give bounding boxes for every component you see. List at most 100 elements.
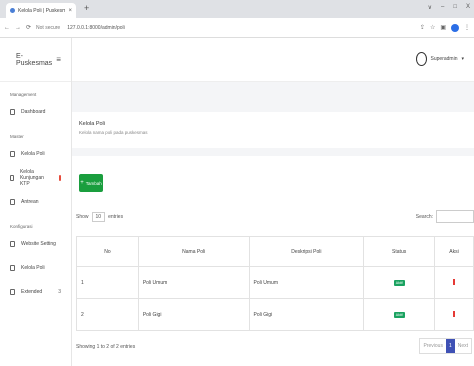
profile-avatar-icon[interactable] (451, 23, 459, 32)
browser-menu-icon[interactable]: ⋮ (464, 24, 470, 31)
hamburger-menu-icon[interactable]: ≡ (56, 55, 61, 64)
cell-deskripsi: Poli Gigi (248, 298, 365, 331)
cell-no: 2 (76, 298, 139, 331)
create-button-label: Tambah (85, 180, 102, 186)
user-menu[interactable]: Superadmin ▾ (415, 52, 464, 66)
delete-icon[interactable] (453, 310, 456, 317)
delete-icon[interactable] (453, 278, 456, 285)
extensions-icon[interactable]: ▣ (440, 24, 446, 31)
tab-search-icon[interactable]: ∨ (428, 4, 432, 11)
tab-close-icon[interactable]: × (68, 8, 72, 14)
sidebar-item-label: Kelola Kunjungan KTP (19, 169, 44, 187)
user-name: Superadmin (430, 56, 458, 62)
cell-nama: Poli Umum (137, 266, 250, 299)
queue-icon (10, 199, 15, 205)
sidebar-item-label: Kelola Poli (21, 151, 45, 157)
column-header-aksi: Aksi (434, 236, 474, 267)
page-1-button[interactable]: 1 (445, 339, 455, 353)
folder-icon (10, 289, 15, 295)
maximize-button[interactable]: □ (453, 4, 457, 11)
table-info: Showing 1 to 2 of 2 entries (76, 344, 136, 350)
plus-icon: + (80, 180, 84, 186)
tab-title: Kelola Poli | Puskesmas (18, 7, 66, 14)
sidebar-item-label: Extended (21, 289, 43, 295)
table-row: 2 Poli Gigi Poli Gigi Aktif (76, 298, 474, 331)
back-icon[interactable]: ← (4, 25, 10, 31)
reload-icon[interactable]: ⟳ (26, 24, 31, 31)
brand: E-Puskesmas ≡ (0, 38, 71, 82)
sidebar-item-label: Kelola Poli (21, 265, 45, 271)
forward-icon[interactable]: → (15, 25, 21, 31)
security-indicator[interactable]: Not secure (36, 25, 60, 31)
close-window-button[interactable]: X (466, 4, 470, 11)
sidebar-item-kelola-poli-config[interactable]: Kelola Poli (0, 256, 71, 280)
poli-table: No Nama Poli Deskripsi Poli Status Aksi … (76, 236, 474, 331)
url-field[interactable]: 127.0.0.1:8000/admin/poli (67, 25, 125, 31)
sidebar-item-kunjungan[interactable]: Kelola Kunjungan KTP (0, 166, 71, 190)
table-search: Search: (416, 210, 474, 223)
cell-status: Aktif (363, 266, 436, 299)
avatar (415, 52, 427, 66)
sidebar-section-master: Master (10, 134, 24, 139)
cell-status: Aktif (363, 298, 436, 331)
chevron-down-icon: ▾ (461, 56, 464, 62)
show-label: Show (76, 214, 89, 220)
sidebar-section-management: Management (10, 92, 37, 97)
table-header-row: No Nama Poli Deskripsi Poli Status Aksi (76, 236, 474, 267)
column-header-deskripsi[interactable]: Deskripsi Poli (248, 236, 365, 267)
new-tab-button[interactable]: + (84, 3, 89, 13)
sidebar-item-label: Dashboard (21, 109, 46, 115)
browser-tab[interactable]: Kelola Poli | Puskesmas × (6, 3, 76, 18)
column-header-nama[interactable]: Nama Poli (137, 236, 250, 267)
main-content: Kelola Poli Kelola nama poli pada puskes… (72, 82, 474, 366)
pagination: Previous 1 Next (419, 338, 472, 354)
page-title: Kelola Poli (79, 121, 105, 127)
cell-deskripsi: Poli Umum (248, 266, 365, 299)
sidebar-item-label: Website Setting (21, 241, 56, 247)
address-bar: ← → ⟳ Not secure 127.0.0.1:8000/admin/po… (0, 18, 474, 38)
table-row: 1 Poli Umum Poli Umum Aktif (76, 266, 474, 299)
entries-select[interactable]: 10 (91, 212, 106, 222)
page-header: Kelola Poli Kelola nama poli pada puskes… (72, 112, 474, 148)
sidebar-item-website-setting[interactable]: Website Setting (0, 232, 71, 256)
status-badge: Aktif (393, 279, 405, 286)
notification-badge (59, 175, 61, 181)
sidebar-item-kelola-poli[interactable]: Kelola Poli (0, 142, 71, 166)
sidebar-item-label: Antrean (21, 199, 39, 205)
create-button[interactable]: + Tambah (79, 174, 103, 192)
sidebar: E-Puskesmas ≡ Management Dashboard Maste… (0, 38, 72, 366)
app-header: Superadmin ▾ (72, 38, 474, 82)
sidebar-section-konfigurasi: Konfigurasi (10, 224, 33, 229)
browser-tab-bar: Kelola Poli | Puskesmas × + ∨ – □ X (0, 0, 474, 18)
entries-label: entries (108, 214, 124, 220)
previous-page-button[interactable]: Previous (420, 339, 445, 353)
column-header-status[interactable]: Status (363, 236, 436, 267)
id-card-icon (10, 175, 14, 181)
sidebar-item-dashboard[interactable]: Dashboard (0, 100, 71, 124)
dashboard-icon (10, 109, 15, 115)
item-count: 3 (58, 289, 61, 295)
favicon-icon (10, 8, 15, 13)
sidebar-item-antrean[interactable]: Antrean (0, 190, 71, 214)
data-card: + Tambah Show 10 entries Search: No Nama… (72, 156, 474, 366)
document-icon (10, 151, 15, 157)
clinic-icon (10, 265, 15, 271)
cell-aksi (434, 266, 474, 299)
search-input[interactable] (436, 210, 474, 223)
window-controls: ∨ – □ X (428, 4, 470, 11)
cell-aksi (434, 298, 474, 331)
bookmark-icon[interactable]: ☆ (430, 24, 435, 31)
cell-nama: Poli Gigi (137, 298, 250, 331)
page-subtitle: Kelola nama poli pada puskesmas (79, 130, 148, 135)
search-label: Search: (415, 213, 433, 220)
share-icon[interactable]: ⇪ (420, 24, 425, 31)
settings-icon (10, 241, 15, 247)
cell-no: 1 (76, 266, 139, 299)
next-page-button[interactable]: Next (455, 339, 471, 353)
browser-actions: ⇪ ☆ ▣ ⋮ (420, 23, 470, 32)
sidebar-item-extended[interactable]: Extended 3 (0, 280, 71, 304)
column-header-no[interactable]: No (76, 236, 139, 267)
status-badge: Aktif (393, 311, 405, 318)
minimize-button[interactable]: – (441, 4, 444, 11)
entries-length-control: Show 10 entries (76, 212, 123, 222)
